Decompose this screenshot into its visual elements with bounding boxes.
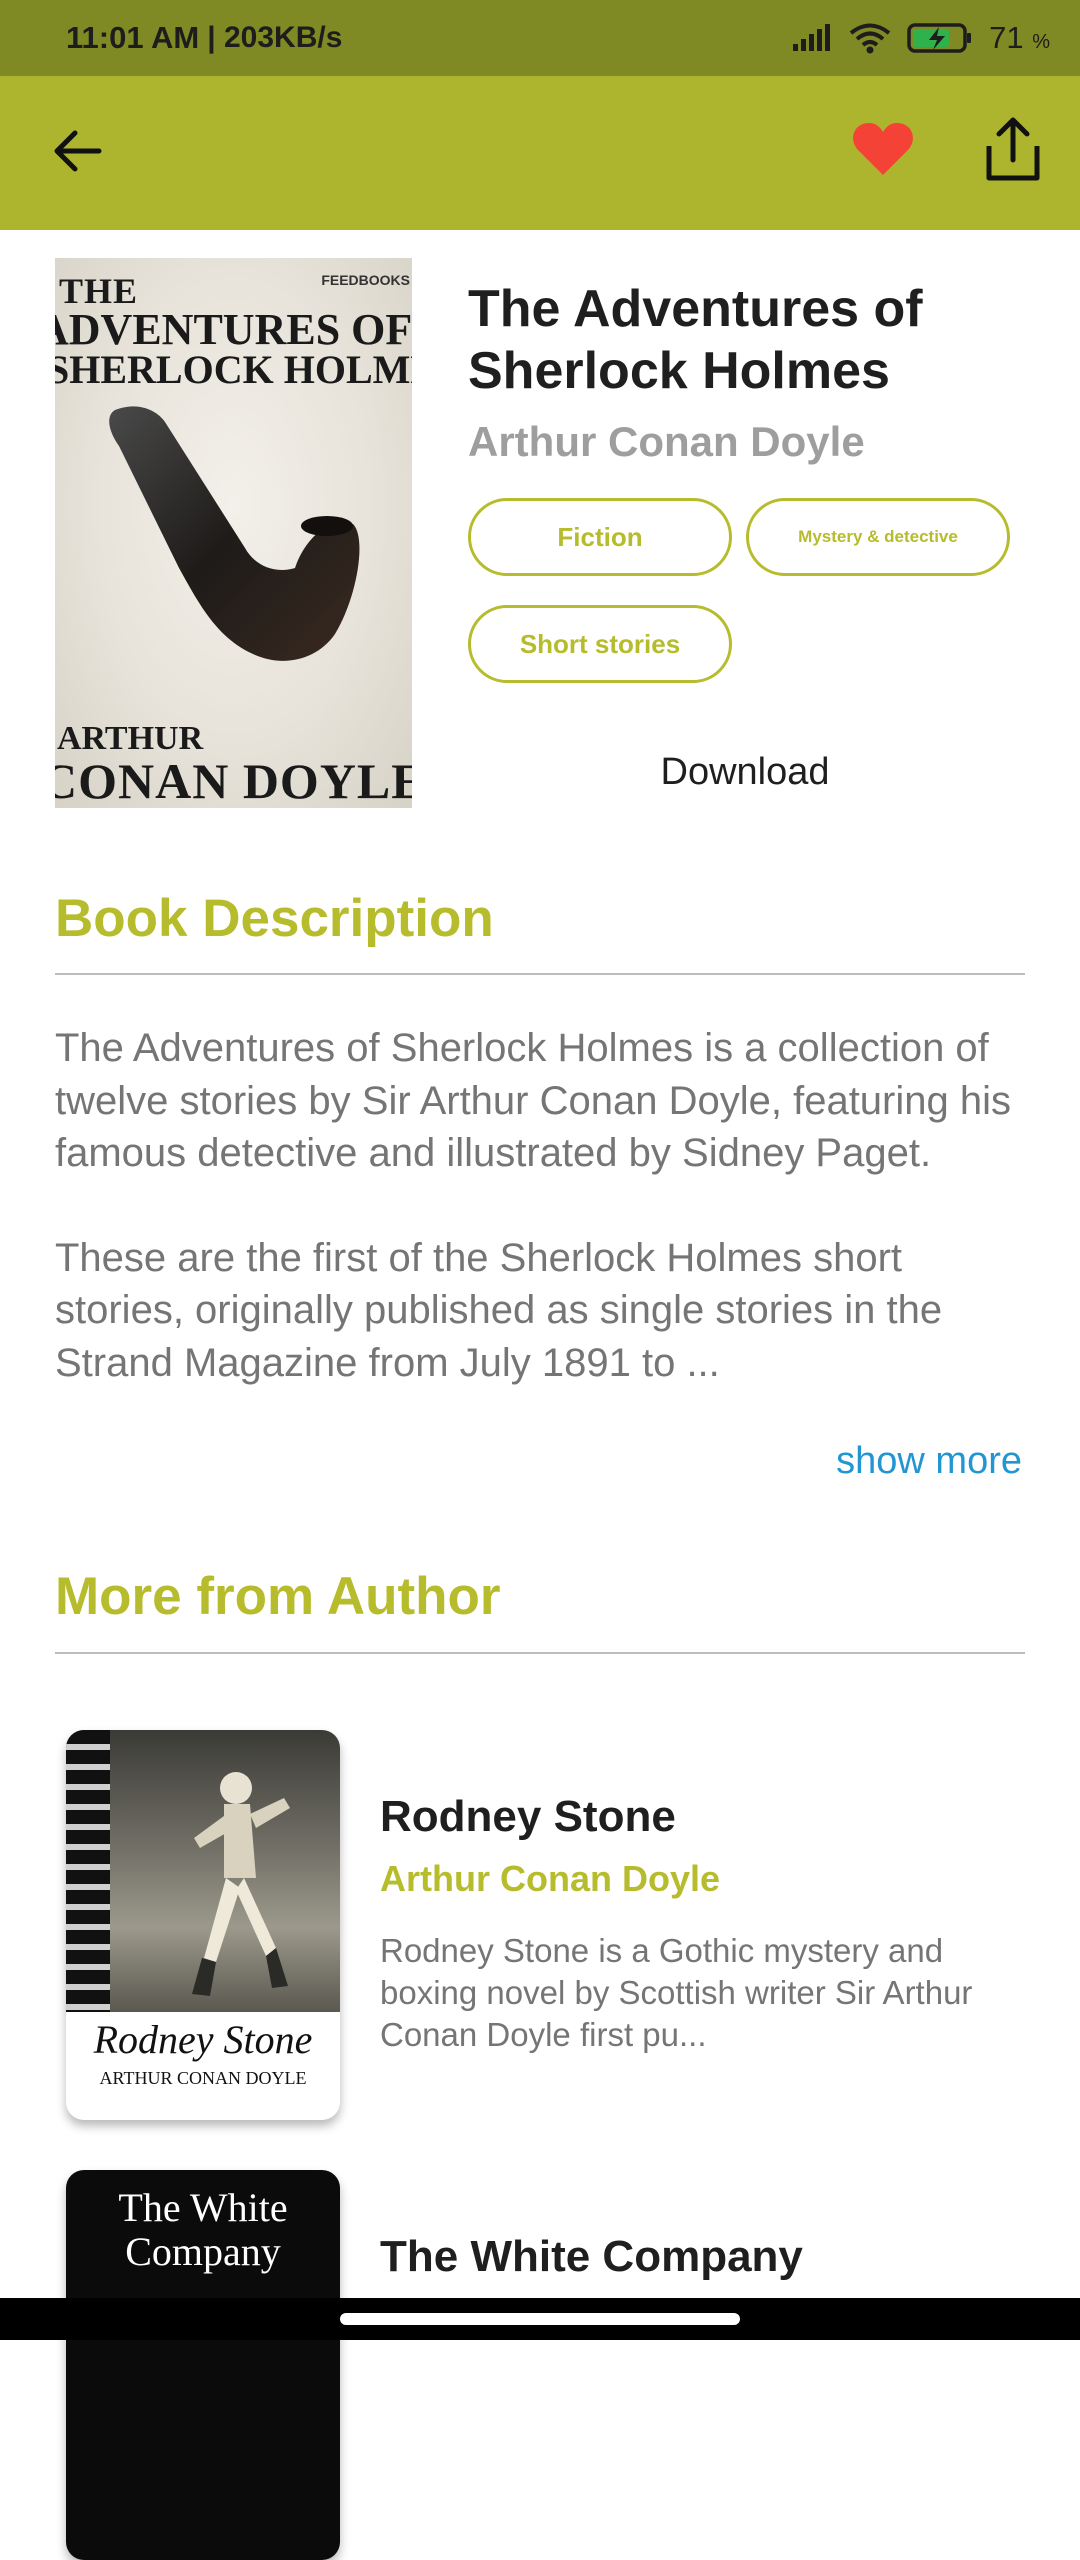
cover-author-line2: CONAN DOYLE — [55, 753, 412, 808]
wifi-icon — [849, 22, 891, 54]
back-button[interactable] — [32, 108, 122, 198]
divider — [55, 973, 1025, 975]
pipe-illustration — [95, 398, 395, 703]
heart-icon — [852, 121, 914, 182]
genre-chip-fiction[interactable]: Fiction — [468, 498, 732, 576]
home-gesture-handle[interactable] — [340, 2313, 740, 2325]
show-more-link[interactable]: show more — [836, 1440, 1022, 1483]
related-book-title[interactable]: The White Company — [380, 2232, 803, 2282]
related-book-cover-rodney-stone[interactable]: Rodney Stone ARTHUR CONAN DOYLE — [66, 1730, 340, 2120]
app-bar — [0, 76, 1080, 230]
cover-title: The White Company — [118, 2185, 288, 2274]
book-cover: FEEDBOOKS THE ADVENTURES OF SHERLOCK HOL… — [55, 258, 412, 808]
genre-chip-short-stories[interactable]: Short stories — [468, 605, 732, 683]
share-upload-icon — [985, 116, 1041, 187]
related-book-cover-white-company[interactable]: The White Company — [66, 2170, 340, 2560]
battery-icon — [907, 22, 973, 54]
signal-icon — [791, 24, 833, 52]
book-description-heading: Book Description — [55, 889, 494, 948]
status-right: 71 % — [791, 20, 1050, 56]
related-book-description: Rodney Stone is a Gothic mystery and box… — [380, 1932, 973, 2053]
download-button[interactable]: Download — [600, 742, 890, 802]
description-paragraph-2: These are the first of the Sherlock Holm… — [55, 1235, 943, 1385]
status-bar: 11:01 AM | 203KB/s 71 % — [0, 0, 1080, 76]
divider — [55, 1652, 1025, 1654]
book-description-text: The Adventures of Sherlock Holmes is a c… — [55, 1022, 1035, 1389]
cover-publisher: FEEDBOOKS — [321, 272, 410, 288]
more-from-author-heading: More from Author — [55, 1567, 501, 1626]
battery-level: 71 % — [989, 20, 1050, 55]
cover-ornament-stripe — [66, 1730, 110, 2012]
cover-title-line3: SHERLOCK HOLMES — [55, 347, 412, 392]
book-title: The Adventures of Sherlock Holmes — [468, 280, 923, 400]
cover-author: ARTHUR CONAN DOYLE — [99, 2068, 307, 2088]
status-time: 11:01 AM — [66, 20, 200, 55]
description-paragraph-1: The Adventures of Sherlock Holmes is a c… — [55, 1026, 1011, 1175]
share-button[interactable] — [968, 106, 1058, 196]
book-author: Arthur Conan Doyle — [468, 418, 865, 465]
related-book-author: Arthur Conan Doyle — [380, 1858, 721, 1899]
status-left: 11:01 AM | 203KB/s — [66, 20, 342, 56]
arrow-left-icon — [51, 125, 103, 182]
network-speed: | 203KB/s — [207, 21, 343, 54]
favorite-button[interactable] — [838, 106, 928, 196]
related-book-title[interactable]: Rodney Stone — [380, 1792, 676, 1842]
boxer-illustration — [184, 1758, 304, 2013]
genre-chip-mystery[interactable]: Mystery & detective — [746, 498, 1010, 576]
cover-title: Rodney Stone — [93, 2017, 313, 2062]
